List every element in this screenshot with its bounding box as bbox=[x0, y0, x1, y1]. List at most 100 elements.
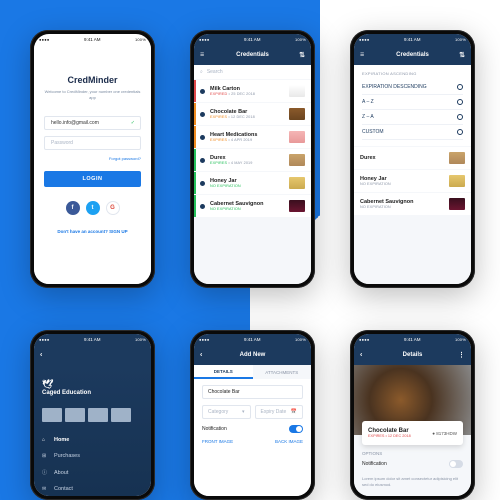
sort-option[interactable]: CUSTOM bbox=[362, 125, 463, 140]
bullet-icon bbox=[200, 204, 205, 209]
back-image-link[interactable]: BACK IMAGE bbox=[275, 439, 303, 444]
item-status: EXPIRES • 4 APR 2019 bbox=[210, 138, 285, 142]
notification-toggle[interactable] bbox=[289, 425, 303, 433]
screen-details: ●●●● 9:41 AM 100% ‹ Details ⋮ Chocolate … bbox=[354, 334, 471, 496]
list-item[interactable]: Honey JarNO EXPIRATION bbox=[354, 170, 471, 192]
drawer-item-icon: ⓘ bbox=[42, 469, 48, 476]
add-form: Chocolate Bar Category ▾ Expiry Date 📅 N… bbox=[194, 379, 311, 450]
add-tabs: DETAILS ATTACHMENTS bbox=[194, 365, 311, 379]
item-status: NO EXPIRATION bbox=[210, 184, 285, 188]
drawer-item-label: Home bbox=[54, 437, 69, 443]
list-item[interactable]: Cabernet SauvignonNO EXPIRATION bbox=[354, 193, 471, 215]
logo-icon: 🕊 bbox=[42, 379, 143, 390]
app-brand: CredMinder bbox=[44, 75, 141, 85]
list-item[interactable]: Heart MedicationsEXPIRES • 4 APR 2019 bbox=[194, 126, 311, 148]
signup-link[interactable]: SIGN UP bbox=[109, 229, 128, 234]
back-icon[interactable]: ‹ bbox=[40, 352, 42, 359]
app-tagline: Welcome to CredMinder, your number one c… bbox=[44, 89, 141, 100]
notification-toggle-row: Notification bbox=[202, 425, 303, 433]
drawer-item[interactable]: ⌂Home bbox=[42, 432, 143, 448]
item-status: EXPIRES • 12 DEC 2018 bbox=[210, 115, 285, 119]
page-title: Add New bbox=[240, 352, 266, 358]
check-icon: ✓ bbox=[131, 120, 135, 126]
drawer-item[interactable]: ⓘAbout bbox=[42, 464, 143, 481]
category-field[interactable]: Category ▾ bbox=[202, 405, 251, 419]
options-label: OPTIONS bbox=[362, 451, 463, 456]
login-button[interactable]: LOGIN bbox=[44, 171, 141, 187]
sort-option[interactable]: A – Z bbox=[362, 95, 463, 110]
page-title: Credentials bbox=[396, 52, 429, 58]
bullet-icon bbox=[200, 135, 205, 140]
expiry-field[interactable]: Expiry Date 📅 bbox=[255, 405, 304, 419]
page-title: Credentials bbox=[236, 52, 269, 58]
item-thumbnail bbox=[289, 108, 305, 120]
header: ‹ Details ⋮ bbox=[354, 345, 471, 365]
list-item[interactable]: Chocolate BarEXPIRES • 12 DEC 2018 bbox=[194, 103, 311, 125]
list-item[interactable]: Milk CartonEXPIRED • 25 DEC 2018 bbox=[194, 80, 311, 102]
bullet-icon bbox=[200, 158, 205, 163]
list-item[interactable]: Honey JarNO EXPIRATION bbox=[194, 172, 311, 194]
header: ‹ bbox=[34, 345, 151, 365]
menu-icon[interactable]: ≡ bbox=[200, 52, 204, 59]
item-title: Chocolate Bar bbox=[210, 109, 285, 116]
status-bar: ●●●● 9:41 AM 100% bbox=[34, 34, 151, 45]
screen-login: ●●●● 9:41 AM 100% CredMinder Welcome to … bbox=[34, 34, 151, 284]
sort-option[interactable]: EXPIRATION DESCENDING bbox=[362, 80, 463, 95]
bullet-icon bbox=[200, 181, 205, 186]
forgot-password-link[interactable]: Forgot password? bbox=[44, 156, 141, 161]
password-field[interactable]: Password bbox=[44, 136, 141, 150]
drawer-item-label: Purchases bbox=[54, 453, 80, 459]
sort-icon[interactable]: ⇅ bbox=[459, 51, 465, 59]
drawer-thumbnails[interactable] bbox=[42, 408, 143, 422]
search-input[interactable]: ⌕ Search bbox=[194, 65, 311, 79]
credentials-content: ⌕ Search Milk CartonEXPIRED • 25 DEC 201… bbox=[194, 65, 311, 284]
image-links: FRONT IMAGE BACK IMAGE bbox=[202, 439, 303, 444]
item-title: Heart Medications bbox=[210, 132, 285, 139]
status-bar: ●●●● 9:41 AM 100% bbox=[354, 334, 471, 345]
list-item[interactable]: Durex bbox=[354, 147, 471, 169]
twitter-icon[interactable]: t bbox=[86, 201, 100, 215]
phone-details: ●●●● 9:41 AM 100% ‹ Details ⋮ Chocolate … bbox=[350, 330, 475, 500]
list-item[interactable]: Cabernet SauvignonNO EXPIRATION bbox=[194, 195, 311, 217]
phone-drawer: ●●●● 9:41 AM 100% ‹ 🕊 Caged Education ⌂H… bbox=[30, 330, 155, 500]
menu-icon[interactable]: ≡ bbox=[360, 52, 364, 59]
email-field[interactable]: hello.info@gmail.com ✓ bbox=[44, 116, 141, 130]
sort-content: EXPIRATION ASCENDING EXPIRATION DESCENDI… bbox=[354, 65, 471, 284]
list-item[interactable]: DurexEXPIRES • 4 MAY 2019 bbox=[194, 149, 311, 171]
notification-toggle[interactable] bbox=[449, 460, 463, 468]
google-icon[interactable]: G bbox=[106, 201, 120, 215]
name-field[interactable]: Chocolate Bar bbox=[202, 385, 303, 399]
notification-row: Notification bbox=[362, 460, 463, 468]
sort-option[interactable]: Z – A bbox=[362, 110, 463, 125]
back-icon[interactable]: ‹ bbox=[200, 352, 202, 359]
email-value: hello.info@gmail.com bbox=[51, 120, 99, 126]
tab-details[interactable]: DETAILS bbox=[194, 365, 253, 379]
chevron-down-icon: ▾ bbox=[242, 409, 245, 415]
login-form: CredMinder Welcome to CredMinder, your n… bbox=[34, 45, 151, 284]
item-summary-card: Chocolate Bar EXPIRES • 12 DEC 2018 ● 81… bbox=[362, 421, 463, 445]
item-status: NO EXPIRATION bbox=[210, 207, 285, 211]
screen-drawer: ●●●● 9:41 AM 100% ‹ 🕊 Caged Education ⌂H… bbox=[34, 334, 151, 496]
status-bar: ●●●● 9:41 AM 100% bbox=[354, 34, 471, 45]
drawer-item-icon: ✉ bbox=[42, 486, 48, 492]
facebook-icon[interactable]: f bbox=[66, 201, 80, 215]
signal-indicator: ●●●● bbox=[39, 37, 49, 42]
status-bar: ●●●● 9:41 AM 100% bbox=[194, 34, 311, 45]
tab-attachments[interactable]: ATTACHMENTS bbox=[253, 365, 312, 379]
more-icon[interactable]: ⋮ bbox=[458, 351, 465, 359]
back-icon[interactable]: ‹ bbox=[360, 352, 362, 359]
search-icon: ⌕ bbox=[200, 69, 203, 75]
front-image-link[interactable]: FRONT IMAGE bbox=[202, 439, 233, 444]
drawer-item[interactable]: ✉Contact bbox=[42, 481, 143, 496]
radio-icon bbox=[457, 114, 463, 120]
phone-add-new: ●●●● 9:41 AM 100% ‹ Add New DETAILS ATTA… bbox=[190, 330, 315, 500]
bullet-icon bbox=[200, 112, 205, 117]
sort-icon[interactable]: ⇅ bbox=[299, 51, 305, 59]
sort-panel: EXPIRATION ASCENDING EXPIRATION DESCENDI… bbox=[354, 65, 471, 146]
page-title: Details bbox=[403, 352, 423, 358]
item-status: EXPIRES • 4 MAY 2019 bbox=[210, 161, 285, 165]
radio-icon bbox=[457, 84, 463, 90]
hero-image: Chocolate Bar EXPIRES • 12 DEC 2018 ● 81… bbox=[354, 365, 471, 435]
drawer-item[interactable]: ⊞Purchases bbox=[42, 448, 143, 464]
sort-selected-label: EXPIRATION ASCENDING bbox=[362, 71, 463, 76]
